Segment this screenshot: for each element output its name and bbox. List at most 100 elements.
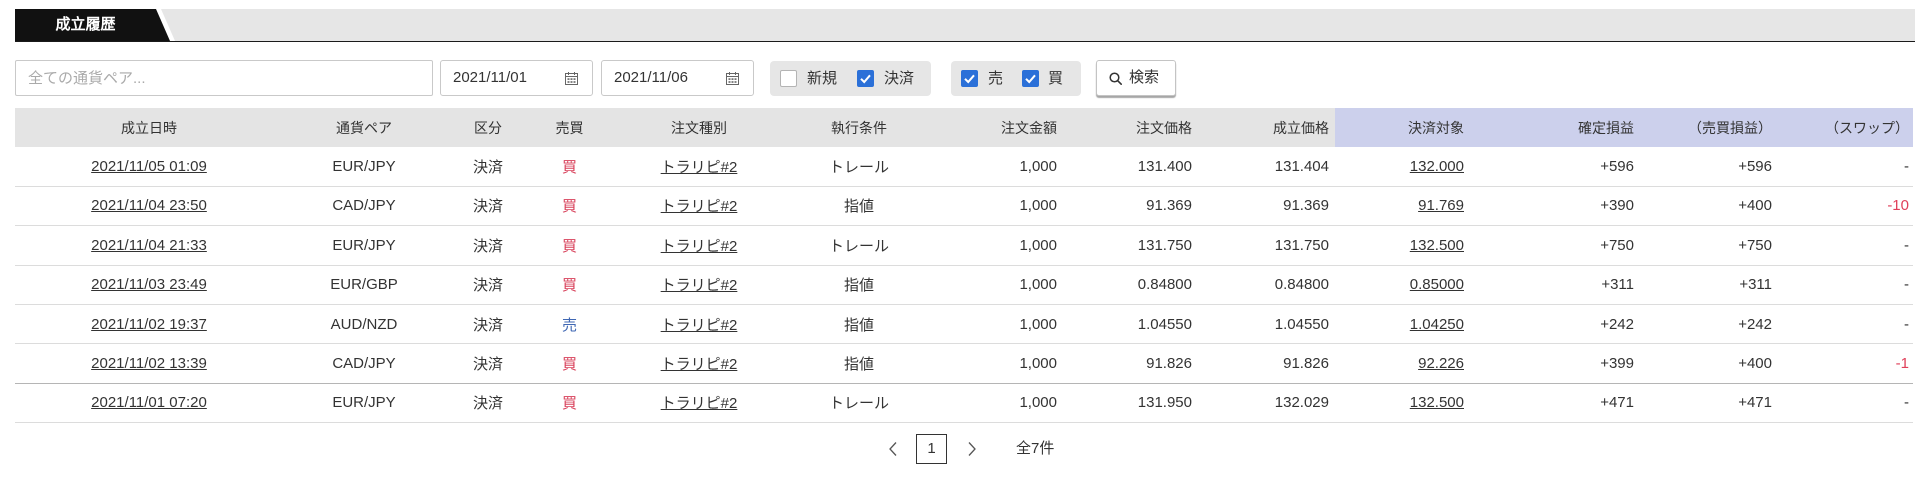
fill-datetime-link[interactable]: 2021/11/03 23:49 — [91, 276, 207, 293]
col-header-settle-target: 決済対象 — [1335, 108, 1470, 148]
fill-price-cell: 1.04550 — [1198, 305, 1335, 345]
settle-target-link[interactable]: 91.769 — [1418, 197, 1464, 214]
side-cell: 買 — [531, 147, 608, 187]
fill-datetime-link[interactable]: 2021/11/04 23:50 — [91, 197, 207, 214]
condition-cell: 指値 — [790, 344, 928, 384]
trade-pl-cell: +596 — [1640, 147, 1778, 187]
settle-target-cell: 92.226 — [1335, 344, 1470, 384]
table-header: 成立日時 通貨ペア 区分 売買 注文種別 執行条件 注文金額 注文価格 成立価格… — [15, 108, 1913, 148]
order-type-link[interactable]: トラリピ#2 — [661, 277, 738, 294]
realized-pl-cell: +390 — [1470, 187, 1640, 227]
col-header-fill-price: 成立価格 — [1198, 108, 1335, 148]
chevron-right-icon[interactable] — [967, 441, 977, 457]
chevron-left-icon[interactable] — [888, 441, 898, 457]
settle-target-cell: 1.04250 — [1335, 305, 1470, 345]
trade-pl-cell: +471 — [1640, 384, 1778, 424]
page-button-current[interactable]: 1 — [916, 434, 947, 464]
order-type-cell: トラリピ#2 — [608, 226, 790, 266]
order-type-link[interactable]: トラリピ#2 — [661, 198, 738, 215]
order-price-cell: 91.826 — [1063, 344, 1198, 384]
settle-target-cell: 132.000 — [1335, 147, 1470, 187]
new-checkbox-label[interactable]: 新規 — [807, 61, 837, 96]
table-row: 2021/11/04 23:50 CAD/JPY 決済 買 トラリピ#2 指値 … — [15, 187, 1913, 227]
currency-pair-cell: CAD/JPY — [283, 344, 445, 384]
fill-datetime-link[interactable]: 2021/11/05 01:09 — [91, 158, 207, 175]
calendar-icon[interactable] — [565, 72, 578, 85]
swap-cell: - — [1778, 305, 1913, 345]
condition-cell: 指値 — [790, 187, 928, 227]
search-button-label: 検索 — [1129, 69, 1160, 86]
currency-pair-input[interactable] — [15, 60, 433, 96]
sell-checkbox-label[interactable]: 売 — [988, 61, 1003, 96]
order-price-cell: 1.04550 — [1063, 305, 1198, 345]
settle-target-link[interactable]: 92.226 — [1418, 355, 1464, 372]
col-header-category: 区分 — [445, 108, 531, 148]
new-checkbox[interactable] — [780, 70, 797, 87]
amount-cell: 1,000 — [928, 147, 1063, 187]
condition-cell: トレール — [790, 226, 928, 266]
settle-target-link[interactable]: 132.000 — [1410, 158, 1464, 175]
date-from-value: 2021/11/01 — [453, 69, 527, 86]
fill-datetime-cell: 2021/11/02 19:37 — [15, 305, 283, 345]
swap-cell: -1 — [1778, 344, 1913, 384]
settle-target-link[interactable]: 132.500 — [1410, 237, 1464, 254]
total-count: 全7件 — [1016, 440, 1055, 457]
fill-datetime-link[interactable]: 2021/11/02 19:37 — [91, 316, 207, 333]
col-header-pair: 通貨ペア — [283, 108, 445, 148]
settle-checkbox-label[interactable]: 決済 — [884, 61, 914, 96]
fill-price-cell: 131.750 — [1198, 226, 1335, 266]
category-cell: 決済 — [445, 147, 531, 187]
search-button[interactable]: 検索 — [1096, 60, 1176, 96]
tab-trade-history[interactable]: 成立履歴 — [15, 9, 180, 41]
fill-datetime-link[interactable]: 2021/11/04 21:33 — [91, 237, 207, 254]
trade-pl-cell: +400 — [1640, 344, 1778, 384]
order-type-link[interactable]: トラリピ#2 — [661, 238, 738, 255]
settle-target-link[interactable]: 1.04250 — [1410, 316, 1464, 333]
col-header-order-type: 注文種別 — [608, 108, 790, 148]
col-header-order-price: 注文価格 — [1063, 108, 1198, 148]
order-type-link[interactable]: トラリピ#2 — [661, 395, 738, 412]
settle-target-cell: 132.500 — [1335, 226, 1470, 266]
amount-cell: 1,000 — [928, 384, 1063, 424]
sell-checkbox[interactable] — [961, 70, 978, 87]
check-icon — [1025, 74, 1036, 84]
fill-price-cell: 91.826 — [1198, 344, 1335, 384]
settle-target-link[interactable]: 132.500 — [1410, 394, 1464, 411]
side-cell: 売 — [531, 305, 608, 345]
order-price-cell: 91.369 — [1063, 187, 1198, 227]
category-cell: 決済 — [445, 344, 531, 384]
col-header-amount: 注文金額 — [928, 108, 1063, 148]
order-type-link[interactable]: トラリピ#2 — [661, 356, 738, 373]
settle-target-link[interactable]: 0.85000 — [1410, 276, 1464, 293]
category-cell: 決済 — [445, 187, 531, 227]
buy-checkbox-label[interactable]: 買 — [1048, 61, 1063, 96]
buy-checkbox[interactable] — [1022, 70, 1039, 87]
trade-pl-cell: +750 — [1640, 226, 1778, 266]
realized-pl-cell: +471 — [1470, 384, 1640, 424]
date-to-field[interactable]: 2021/11/06 — [601, 60, 754, 96]
settle-checkbox[interactable] — [857, 70, 874, 87]
realized-pl-cell: +750 — [1470, 226, 1640, 266]
currency-pair-cell: CAD/JPY — [283, 187, 445, 227]
currency-pair-cell: EUR/GBP — [283, 266, 445, 305]
calendar-icon[interactable] — [726, 72, 739, 85]
tab-bar: 成立履歴 — [15, 9, 1915, 42]
category-cell: 決済 — [445, 226, 531, 266]
order-type-link[interactable]: トラリピ#2 — [661, 159, 738, 176]
order-type-link[interactable]: トラリピ#2 — [661, 317, 738, 334]
table-row: 2021/11/03 23:49 EUR/GBP 決済 買 トラリピ#2 指値 … — [15, 266, 1913, 305]
currency-pair-cell: EUR/JPY — [283, 147, 445, 187]
condition-cell: 指値 — [790, 305, 928, 345]
amount-cell: 1,000 — [928, 344, 1063, 384]
amount-cell: 1,000 — [928, 187, 1063, 227]
side-filter-group: 売 買 — [951, 61, 1081, 96]
order-type-cell: トラリピ#2 — [608, 384, 790, 424]
condition-cell: トレール — [790, 147, 928, 187]
trade-pl-cell: +400 — [1640, 187, 1778, 227]
fill-datetime-link[interactable]: 2021/11/01 07:20 — [91, 394, 207, 411]
order-price-cell: 131.750 — [1063, 226, 1198, 266]
date-from-field[interactable]: 2021/11/01 — [440, 60, 593, 96]
fill-datetime-link[interactable]: 2021/11/02 13:39 — [91, 355, 207, 372]
col-header-realized-pl: 確定損益 — [1470, 108, 1640, 148]
side-cell: 買 — [531, 344, 608, 384]
